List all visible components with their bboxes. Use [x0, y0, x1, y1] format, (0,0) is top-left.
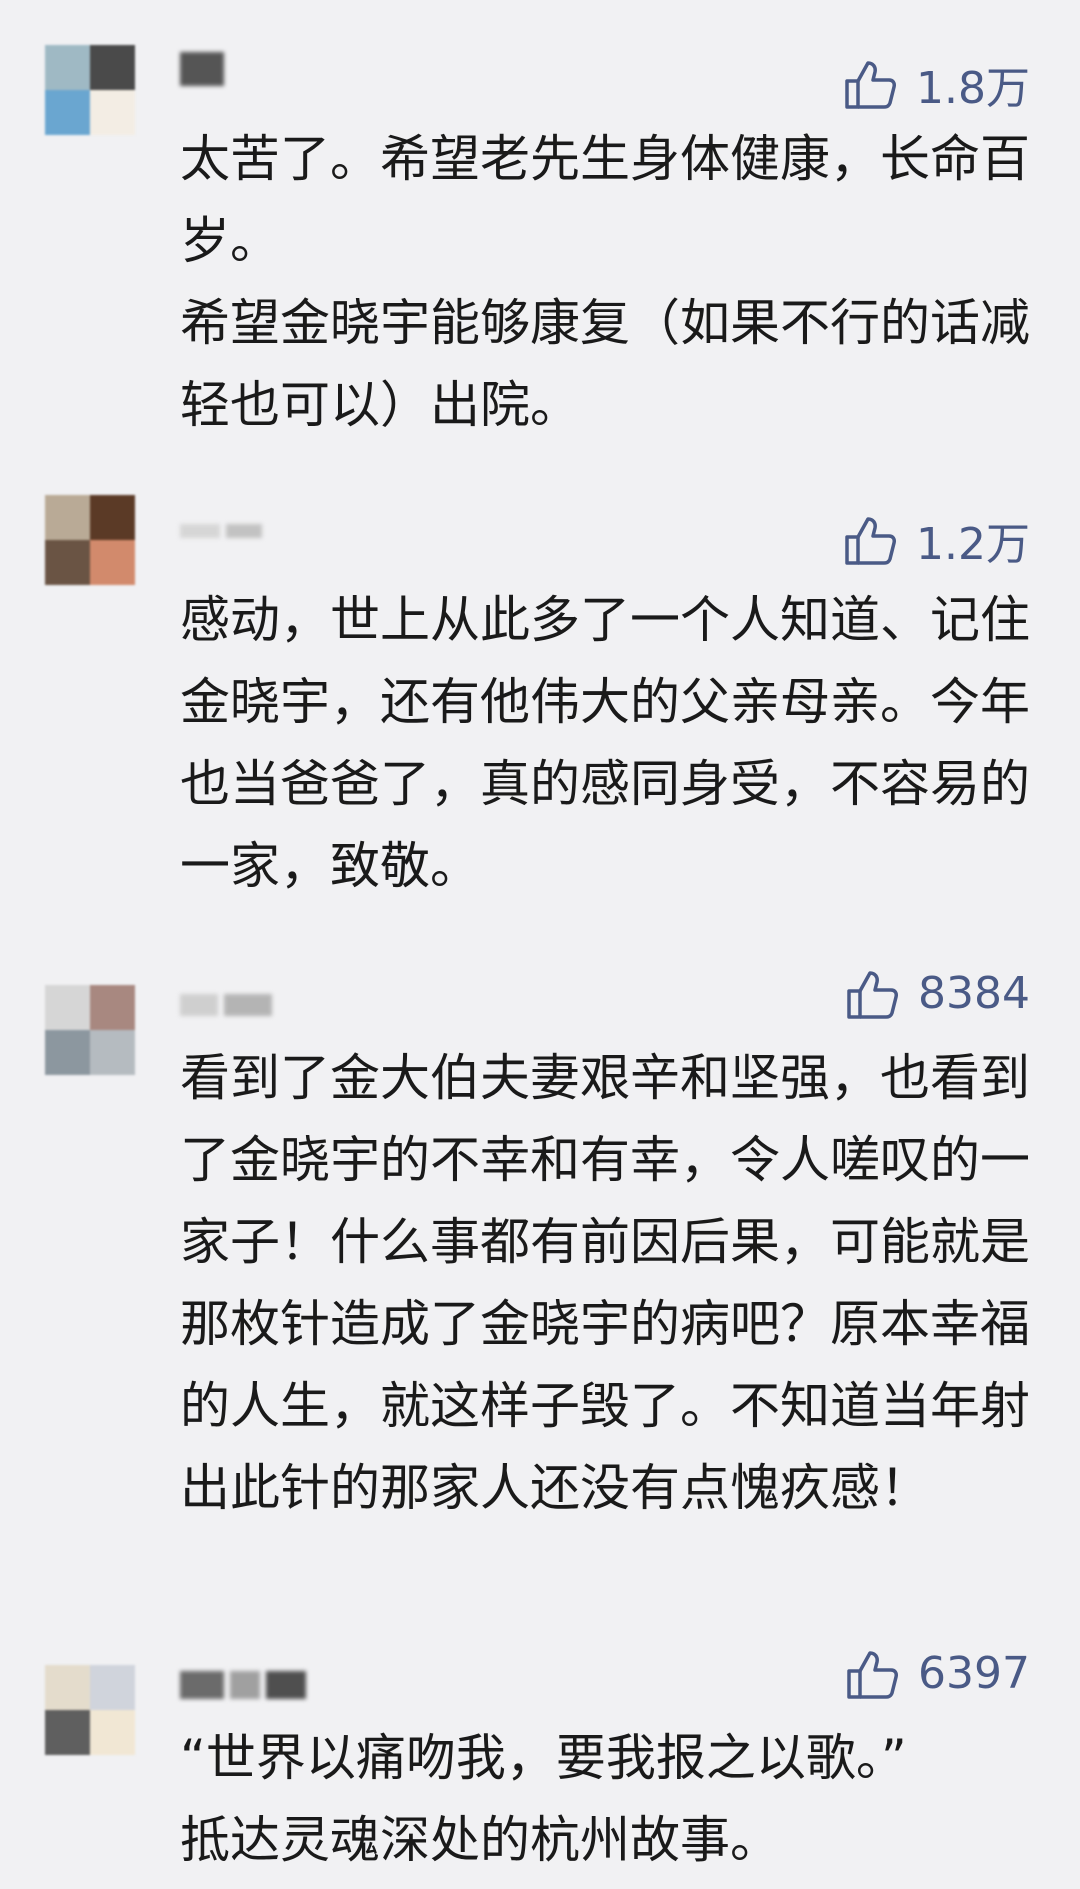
username-block: [180, 524, 220, 538]
username-block: [226, 524, 262, 538]
thumbs-up-icon: [847, 970, 899, 1019]
username-block: [224, 994, 272, 1016]
avatar-block: [90, 540, 135, 585]
username-blurred[interactable]: [180, 984, 278, 1026]
like-button[interactable]: 8384: [846, 968, 1030, 1019]
avatar-block: [90, 1710, 135, 1755]
username-block: [266, 1671, 306, 1699]
username-blurred[interactable]: [180, 510, 268, 552]
avatar-block: [45, 1710, 90, 1755]
avatar-block: [45, 985, 90, 1030]
avatar-block: [45, 1030, 90, 1075]
username-blurred[interactable]: [180, 48, 230, 90]
comment-text: “世界以痛吻我，要我报之以歌。” 抵达灵魂深处的杭州故事。: [180, 1729, 907, 1869]
username-block: [180, 1671, 224, 1699]
username-block: [230, 1671, 260, 1699]
username-block: [180, 994, 218, 1016]
like-count: 1.8万: [916, 63, 1030, 114]
like-button[interactable]: 6397: [846, 1648, 1030, 1699]
like-count: 1.2万: [916, 519, 1030, 570]
avatar-block: [90, 1665, 135, 1710]
like-button[interactable]: 1.2万: [844, 508, 1030, 572]
thumbs-up-icon: [845, 61, 897, 109]
avatar-block: [90, 495, 135, 540]
username-block: [180, 52, 224, 86]
avatar-block: [90, 90, 135, 135]
avatar[interactable]: [45, 45, 135, 135]
avatar-block: [45, 1665, 90, 1710]
comment-text: 感动，世上从此多了一个人知道、记住金晓宇，还有他伟大的父亲母亲。今年也当爸爸了，…: [180, 591, 1030, 895]
avatar-block: [45, 540, 90, 585]
like-button[interactable]: 1.8万: [844, 52, 1030, 116]
comment-text: 看到了金大伯夫妻艰辛和坚强，也看到了金晓宇的不幸和有幸，令人嗟叹的一家子！什么事…: [180, 1049, 1030, 1517]
avatar-block: [90, 1030, 135, 1075]
thumbs-up-icon: [845, 517, 897, 565]
avatar-block: [90, 45, 135, 90]
avatar-block: [45, 495, 90, 540]
like-count: 8384: [918, 968, 1030, 1019]
avatar[interactable]: [45, 495, 135, 585]
thumbs-up-icon: [847, 1650, 899, 1699]
avatar-block: [45, 90, 90, 135]
avatar[interactable]: [45, 1665, 135, 1755]
avatar-block: [45, 45, 90, 90]
avatar[interactable]: [45, 985, 135, 1075]
comment-text: 太苦了。希望老先生身体健康，长命百岁。 希望金晓宇能够康复（如果不行的话减轻也可…: [180, 130, 1030, 434]
like-count: 6397: [918, 1648, 1030, 1699]
username-blurred[interactable]: [180, 1664, 312, 1706]
avatar-block: [90, 985, 135, 1030]
